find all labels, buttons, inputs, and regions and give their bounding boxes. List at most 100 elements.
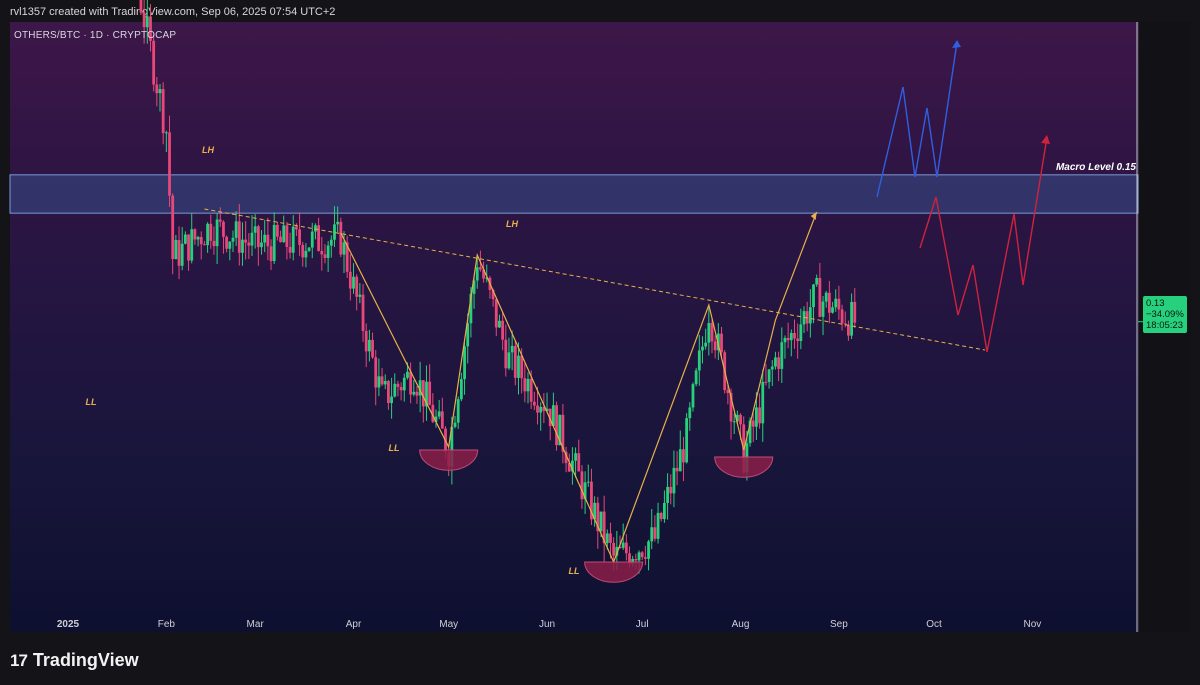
candle-body [358, 294, 362, 297]
rounded-bottom-marker [584, 561, 644, 583]
candle-body [840, 309, 844, 324]
x-tick-label: Jun [539, 619, 555, 630]
candle-body [475, 267, 479, 281]
last-price-change: −34.09% [1146, 309, 1184, 320]
candle-body [498, 320, 501, 328]
candle-body [761, 381, 765, 424]
candle-body [333, 224, 336, 240]
candle-body [526, 378, 530, 392]
candle-body [187, 234, 190, 261]
candle-body [688, 407, 692, 419]
candle-body [653, 527, 657, 539]
candle-body [755, 407, 758, 427]
alternative-projection-path [919, 136, 1048, 353]
tradingview-mark-icon: 17 [10, 650, 28, 670]
candle-body [850, 301, 853, 336]
candle-body [171, 195, 175, 260]
candle-body [158, 89, 162, 94]
candle-body [247, 242, 251, 246]
lower-low-label: LL [569, 566, 580, 576]
tradingview-wordmark: TradingView [32, 650, 139, 670]
candle-body [336, 221, 340, 225]
descending-trendline [204, 208, 986, 351]
candle-body [320, 250, 324, 255]
candle-body [177, 240, 181, 266]
last-price-label: 0.13 −34.09% 18:05:23 [1143, 296, 1187, 333]
candle-body [621, 542, 625, 548]
candle-body [361, 294, 365, 331]
candle-body [523, 378, 527, 392]
candle-body [704, 342, 708, 347]
candle-body [647, 541, 650, 559]
candle-body [827, 292, 831, 313]
candle-body [234, 221, 238, 238]
candle-body [555, 405, 558, 446]
candle-body [183, 234, 187, 244]
candle-body [780, 342, 784, 369]
candle-body [831, 307, 834, 313]
symbol-title: OTHERS/BTC · 1D · CRYPTOCAP [14, 30, 177, 41]
candle-body [164, 132, 168, 134]
candle-body [532, 401, 536, 406]
candle-body [209, 223, 213, 241]
candle-body [168, 132, 171, 196]
candle-body [218, 219, 222, 222]
candle-body [834, 298, 838, 308]
alternative-projection-arrowhead [1041, 135, 1050, 144]
candle-body [145, 16, 149, 28]
candle-body [774, 357, 777, 367]
macro-level-label: Macro Level 0.15 [1056, 162, 1136, 173]
rounded-bottom-marker [714, 456, 774, 478]
candle-body [288, 246, 292, 253]
candle-body [682, 449, 685, 463]
candle-body [796, 338, 800, 342]
candle-body [399, 387, 403, 391]
candle-body [479, 267, 482, 270]
candle-body [710, 322, 714, 342]
candle-body [609, 533, 612, 543]
macro-zone [9, 174, 1139, 214]
candle-body [244, 239, 248, 243]
candle-body [678, 449, 682, 472]
candle-body [304, 250, 308, 258]
candle-body [241, 239, 244, 253]
candle-body [818, 277, 822, 317]
x-tick-label: Mar [247, 619, 265, 630]
candle-body [428, 381, 432, 405]
candle-body [789, 332, 793, 341]
candle-body [390, 396, 393, 404]
candle-body [406, 371, 409, 378]
x-tick-label: Apr [346, 619, 362, 630]
rounded-bottom-marker [419, 449, 479, 471]
candle-body [396, 383, 400, 388]
candle-body [323, 254, 327, 258]
candle-body [155, 84, 159, 94]
candle-body [228, 241, 232, 249]
candle-body [310, 231, 314, 248]
candle-body [574, 453, 577, 461]
candle-body [799, 324, 803, 342]
candle-body [329, 239, 333, 246]
candle-body [663, 502, 666, 520]
candle-body [180, 243, 184, 266]
chart-canvas: 2025 Feb Mar Apr May Jun Jul Aug Sep Oct Nov Macro … [9, 0, 1143, 632]
candle-body [152, 40, 156, 85]
candle-body [732, 421, 736, 423]
candle-body [139, 0, 143, 13]
candle-body [266, 234, 270, 247]
candle-body [225, 236, 229, 249]
candle-body [260, 242, 263, 248]
candle-body [586, 481, 590, 483]
candle-body [285, 225, 289, 247]
candle-body [783, 337, 787, 343]
candle-body [504, 339, 508, 369]
lower-low-label: LL [86, 397, 97, 407]
candle-body [174, 240, 178, 260]
candle-body [348, 271, 352, 289]
candle-body [142, 12, 146, 28]
candle-body [517, 355, 520, 378]
candle-body [215, 219, 219, 247]
candle-body [453, 422, 457, 427]
candle-body [640, 552, 644, 558]
candle-body [250, 232, 254, 246]
